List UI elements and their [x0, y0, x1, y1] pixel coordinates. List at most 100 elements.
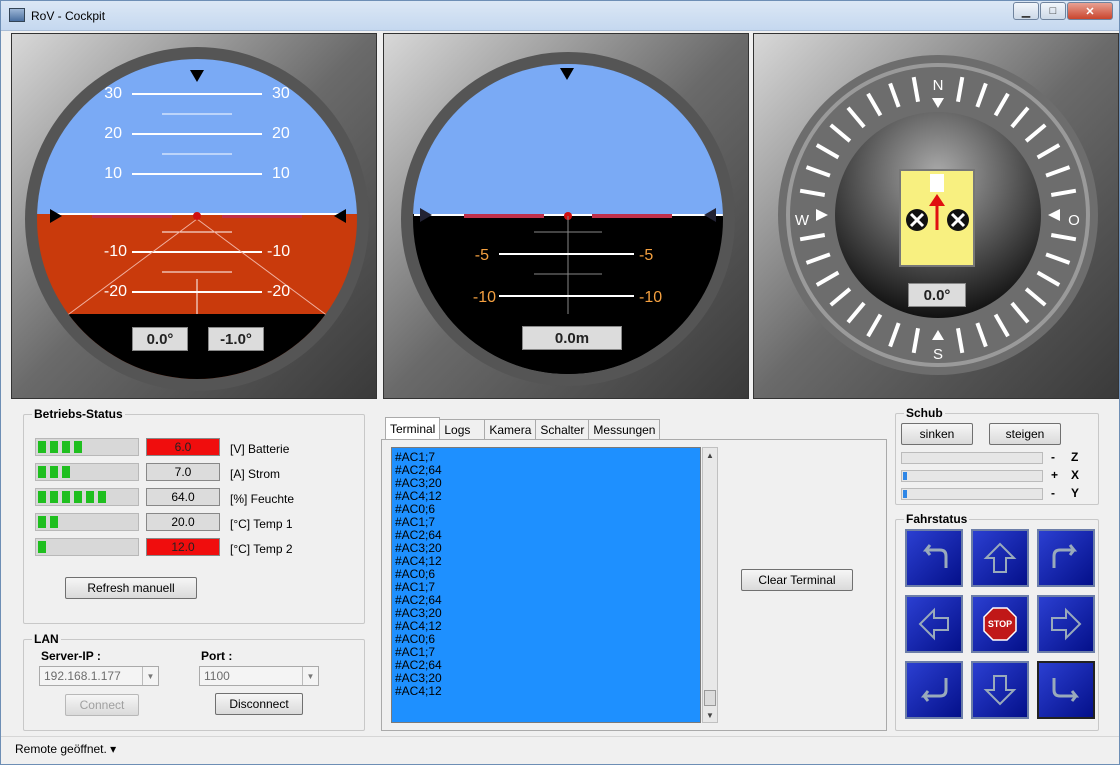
turn-right-backward-button[interactable]: [1037, 661, 1095, 719]
pitch-tick-label: 30: [272, 85, 290, 102]
minimize-button[interactable]: ▁: [1013, 2, 1039, 20]
chevron-down-icon[interactable]: ▼: [302, 667, 318, 685]
right-button[interactable]: [1037, 595, 1095, 653]
curved-arrow-right-icon: [1052, 544, 1078, 568]
level-bar: [35, 438, 139, 456]
stop-button[interactable]: STOP: [971, 595, 1029, 653]
compass-south: S: [933, 346, 943, 363]
port-select[interactable]: 1100 ▼: [199, 666, 319, 686]
terminal-line: #AC0;6: [395, 502, 436, 516]
curved-arrow-back-right-icon: [1052, 678, 1080, 702]
level-segment: [74, 441, 82, 453]
scroll-thumb[interactable]: [704, 690, 716, 706]
backward-button[interactable]: [971, 661, 1029, 719]
status-value: 6.0: [146, 438, 220, 456]
terminal-line: #AC4;12: [395, 554, 442, 568]
thrust-axis: X: [1071, 468, 1080, 482]
compass-indicator: N S W O 0.0°: [753, 33, 1119, 399]
heading-readout: 0.0°: [908, 283, 966, 307]
level-bar: [35, 513, 139, 531]
sinken-button[interactable]: sinken: [901, 423, 973, 445]
window-title: RoV - Cockpit: [31, 9, 106, 23]
terminal-line: #AC0;6: [395, 567, 436, 581]
tab-strip: Terminal Logs Kamera Schalter Messungen: [385, 417, 661, 439]
tab-logs[interactable]: Logs: [439, 419, 486, 439]
operating-status-legend: Betriebs-Status: [32, 407, 125, 421]
depth-tick-label: -5: [475, 247, 489, 264]
steigen-button[interactable]: steigen: [989, 423, 1061, 445]
clear-terminal-button[interactable]: Clear Terminal: [741, 569, 853, 591]
level-segment: [98, 491, 106, 503]
stop-sign-icon: STOP: [983, 607, 1017, 641]
pitch-tick-label: 30: [104, 85, 122, 102]
thrust-axis: Y: [1071, 486, 1080, 500]
level-segment: [50, 466, 58, 478]
level-segment: [62, 466, 70, 478]
turn-left-backward-button[interactable]: [905, 661, 963, 719]
pitch-tick-label: -10: [104, 243, 127, 260]
port-label: Port :: [201, 649, 233, 663]
status-value: 64.0: [146, 488, 220, 506]
thrust-fill: [903, 472, 908, 480]
terminal-line: #AC4;12: [395, 684, 442, 698]
pitch-tick-label: 20: [272, 125, 290, 142]
disconnect-button[interactable]: Disconnect: [215, 693, 303, 715]
terminal-output[interactable]: #AC1;7 #AC2;64 #AC3;20 #AC4;12 #AC0;6 #AC1;7 #…: [391, 447, 701, 723]
level-segment: [50, 491, 58, 503]
refresh-button[interactable]: Refresh manuell: [65, 577, 197, 599]
depth-tick-label: -5: [639, 247, 653, 264]
turn-left-forward-button[interactable]: [905, 529, 963, 587]
depth-indicator: -5 -5 -10 -10 0.0m: [383, 33, 749, 399]
connect-button[interactable]: Connect: [65, 694, 139, 716]
arrow-down-icon: [983, 675, 1017, 706]
compass-north: N: [933, 77, 944, 94]
stop-label: STOP: [988, 619, 1012, 629]
turn-right-forward-button[interactable]: [1037, 529, 1095, 587]
level-segment: [38, 541, 46, 553]
level-segment: [62, 491, 70, 503]
arrow-left-icon: [918, 607, 949, 641]
attitude-indicator: 30 30 20 20 10 10 -10 -10 -20 -20 0.0° -…: [11, 33, 377, 399]
forward-button[interactable]: [971, 529, 1029, 587]
level-segment: [74, 491, 82, 503]
left-button[interactable]: [905, 595, 963, 653]
status-label: [%] Feuchte: [230, 492, 295, 506]
depth-tick-label: -10: [639, 289, 662, 306]
thrust-sign: +: [1051, 468, 1059, 482]
pitch-tick-label: -20: [104, 283, 127, 300]
tab-terminal[interactable]: Terminal: [385, 417, 441, 439]
app-window: RoV - Cockpit ▁ □ ✕ 30 30 20 20 10 10 -1…: [0, 0, 1120, 765]
app-icon: [9, 8, 25, 22]
thrust-axis: Z: [1071, 450, 1079, 464]
level-segment: [38, 516, 46, 528]
scroll-up-icon[interactable]: ▲: [703, 448, 717, 462]
terminal-line: #AC0;6: [395, 632, 436, 646]
scroll-down-icon[interactable]: ▼: [703, 708, 717, 722]
compass-west: W: [795, 212, 810, 229]
tab-messungen[interactable]: Messungen: [588, 419, 661, 439]
curved-arrow-back-left-icon: [920, 678, 948, 702]
maximize-button[interactable]: □: [1040, 2, 1066, 20]
level-segment: [38, 466, 46, 478]
arrow-up-icon: [983, 542, 1017, 573]
tab-schalter[interactable]: Schalter: [535, 419, 590, 439]
thrust-track: [901, 452, 1043, 464]
close-button[interactable]: ✕: [1067, 2, 1113, 20]
pitch-readout: -1.0°: [208, 327, 264, 351]
level-segment: [38, 491, 46, 503]
pitch-tick-label: 20: [104, 125, 122, 142]
status-value: 20.0: [146, 513, 220, 531]
level-segment: [50, 516, 58, 528]
level-bar: [35, 488, 139, 506]
terminal-scrollbar[interactable]: ▲ ▼: [702, 447, 718, 723]
tab-kamera[interactable]: Kamera: [484, 419, 537, 439]
status-label: [°C] Temp 1: [230, 517, 293, 531]
lan-legend: LAN: [32, 632, 61, 646]
level-segment: [86, 491, 94, 503]
server-ip-select[interactable]: 192.168.1.177 ▼: [39, 666, 159, 686]
depth-readout: 0.0m: [522, 326, 622, 350]
chevron-down-icon[interactable]: ▼: [142, 667, 158, 685]
status-text[interactable]: Remote geöffnet. ▾: [15, 742, 116, 756]
terminal-line: #AC4;12: [395, 489, 442, 503]
pitch-tick-label: 10: [272, 165, 290, 182]
